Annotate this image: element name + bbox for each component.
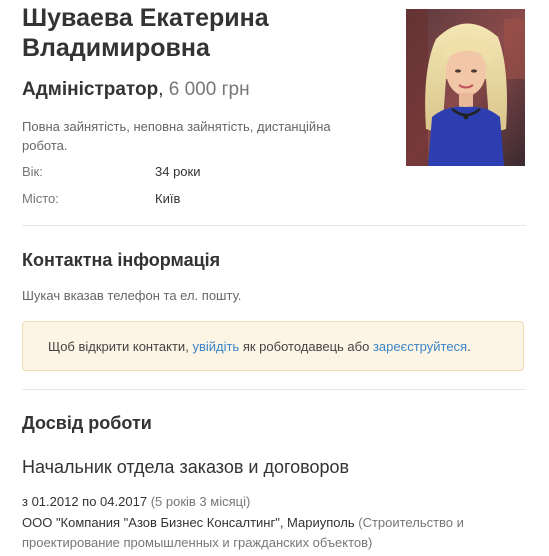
job-dates: з 01.2012 по 04.2017 — [22, 494, 148, 509]
age-label: Вік: — [22, 164, 43, 179]
employment-type: Повна зайнятість, неповна зайнятість, ди… — [22, 119, 331, 153]
section-divider — [22, 389, 526, 390]
company-name: ООО "Компания "Азов Бизнес Консалтинг", … — [22, 515, 355, 530]
job-company: ООО "Компания "Азов Бизнес Консалтинг", … — [22, 513, 522, 553]
city-label: Місто: — [22, 191, 59, 206]
resume-page: Шуваева Екатерина Владимировна Адміністр… — [0, 0, 549, 556]
login-link[interactable]: увійдіть — [192, 339, 239, 354]
desired-position: Адміністратор, 6 000 грн — [22, 79, 250, 101]
section-divider — [22, 225, 526, 226]
job-title: Начальник отдела заказов и договоров — [22, 457, 350, 477]
candidate-photo-image — [406, 9, 525, 166]
notice-middle: як роботодавець або — [242, 339, 370, 354]
position-separator: , — [158, 79, 164, 100]
city-value: Київ — [155, 191, 181, 206]
notice-prefix: Щоб відкрити контакти, — [48, 339, 189, 354]
job-duration: (5 років 3 місяці) — [150, 494, 251, 509]
job-period: з 01.2012 по 04.2017 (5 років 3 місяці) — [22, 493, 250, 511]
contacts-note: Шукач вказав телефон та ел. пошту. — [22, 288, 242, 303]
contacts-title: Контактна інформація — [22, 250, 221, 270]
position-title: Адміністратор — [22, 79, 159, 100]
contacts-notice: Щоб відкрити контакти, увійдіть як робот… — [22, 321, 524, 371]
age-value: 34 роки — [155, 164, 201, 179]
position-salary: 6 000 грн — [168, 79, 250, 100]
notice-suffix: . — [467, 339, 471, 354]
experience-title: Досвід роботи — [22, 413, 152, 433]
candidate-photo — [406, 9, 525, 166]
candidate-name: Шуваева Екатерина Владимировна — [22, 4, 269, 62]
register-link[interactable]: зареєструйтеся — [373, 339, 467, 354]
